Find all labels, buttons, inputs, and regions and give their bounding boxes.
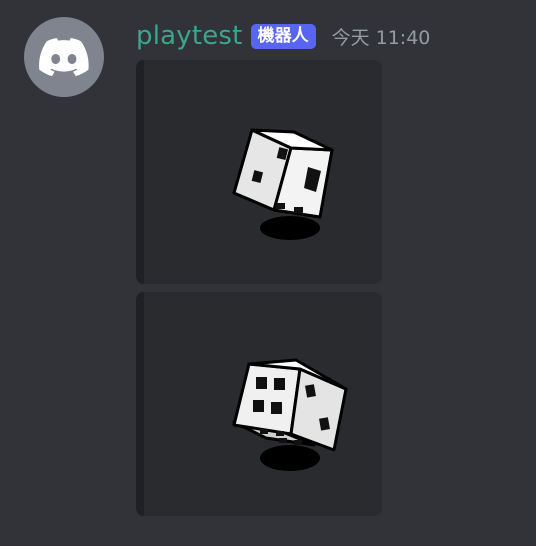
dice-image-2[interactable] bbox=[136, 292, 382, 516]
die-pip bbox=[271, 402, 282, 414]
bot-badge: 機器人 bbox=[250, 23, 316, 49]
avatar[interactable] bbox=[24, 17, 104, 97]
die-pip bbox=[294, 440, 302, 445]
die-right-face bbox=[289, 367, 348, 452]
die-pip bbox=[276, 431, 284, 436]
die-pip bbox=[279, 438, 287, 443]
die-pip bbox=[294, 207, 303, 213]
dice-illustration bbox=[232, 358, 348, 471]
die-front-face bbox=[232, 362, 302, 436]
discord-logo-icon bbox=[39, 38, 89, 76]
chat-message: playtest 機器人 今天 11:40 bbox=[0, 0, 536, 546]
die-shadow bbox=[260, 445, 320, 471]
username[interactable]: playtest bbox=[136, 21, 243, 51]
die-pip bbox=[256, 377, 267, 389]
die-pip bbox=[260, 429, 268, 434]
message-header: playtest 機器人 今天 11:40 bbox=[136, 18, 430, 54]
die-pip bbox=[253, 400, 264, 412]
die-shadow bbox=[260, 216, 320, 240]
timestamp[interactable]: 今天 11:40 bbox=[332, 23, 431, 50]
dice-illustration bbox=[232, 128, 334, 240]
die-pip bbox=[274, 378, 285, 390]
dice-image-1[interactable] bbox=[136, 60, 382, 284]
die-pip bbox=[276, 203, 285, 209]
